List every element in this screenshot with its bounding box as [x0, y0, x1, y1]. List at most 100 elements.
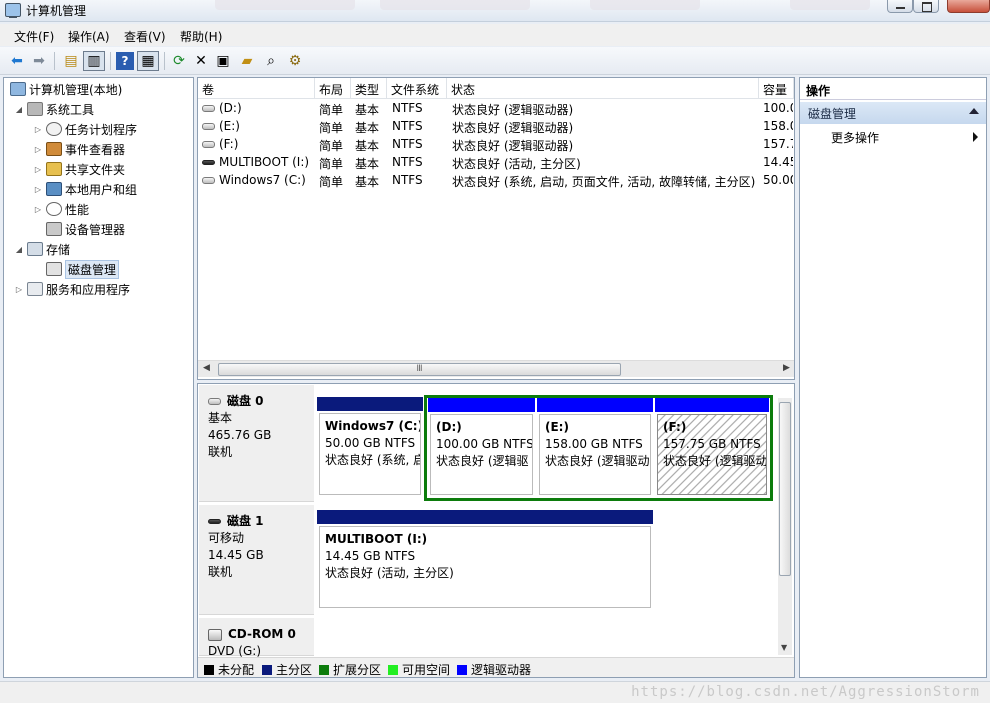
volume-list: 卷 布局 类型 文件系统 状态 容量 (D:) 简单 基本 NTFS 状态良好 … [197, 77, 795, 380]
settings-icon[interactable]: ⚙ [286, 52, 304, 70]
drive-icon [202, 105, 215, 112]
menu-file[interactable]: 文件(F) [14, 28, 54, 45]
delete-icon[interactable]: ✕ [192, 52, 210, 70]
event-viewer-icon [46, 142, 62, 156]
back-arrow-icon[interactable]: ⬅ [8, 52, 26, 70]
refresh-icon[interactable]: ⟳ [170, 52, 188, 70]
disk-0-label[interactable]: 磁盘 0 基本 465.76 GB 联机 [199, 385, 314, 502]
up-folder-icon[interactable]: ▤ [62, 52, 80, 70]
primary-partition-bar [317, 397, 423, 411]
collapsed-arrow-icon[interactable]: ▷ [33, 144, 43, 154]
collapsed-arrow-icon[interactable]: ▷ [33, 184, 43, 194]
partition-e[interactable]: (E:) 158.00 GB NTFS 状态良好 (逻辑驱动 [537, 398, 653, 497]
tree-item-performance[interactable]: ▷ 性能 [33, 200, 89, 218]
collapsed-arrow-icon[interactable]: ▷ [33, 204, 43, 214]
more-actions-item[interactable]: 更多操作 [800, 127, 986, 147]
show-tree-icon[interactable]: ▥ [83, 51, 105, 71]
toolbar-separator [110, 52, 111, 70]
legend-free-space: 可用空间 [388, 661, 450, 678]
services-icon [27, 282, 43, 296]
maximize-button[interactable] [913, 0, 939, 13]
clock-icon [46, 122, 62, 136]
toolbar-separator [164, 52, 165, 70]
scroll-right-icon[interactable]: ▶ [783, 363, 790, 373]
show-action-pane-icon[interactable]: ▦ [137, 51, 159, 71]
scrollbar-thumb[interactable]: Ⅲ [218, 363, 621, 376]
column-header-filesystem[interactable]: 文件系统 [387, 78, 447, 99]
scroll-left-icon[interactable]: ◀ [203, 363, 210, 373]
tree-item-system-tools[interactable]: ◢ 系统工具 [14, 100, 94, 118]
menu-action[interactable]: 操作(A) [68, 28, 110, 45]
tree-item-disk-management[interactable]: 磁盘管理 [33, 259, 120, 279]
table-row[interactable]: (F:) 简单 基本 NTFS 状态良好 (逻辑驱动器) 157.7 [198, 136, 793, 154]
disk-management-icon [46, 262, 62, 276]
shared-folder-icon [46, 162, 62, 176]
legend-unallocated: 未分配 [204, 661, 254, 678]
table-row[interactable]: Windows7 (C:) 简单 基本 NTFS 状态良好 (系统, 启动, 页… [198, 172, 793, 190]
column-header-type[interactable]: 类型 [351, 78, 387, 99]
table-row[interactable]: (E:) 简单 基本 NTFS 状态良好 (逻辑驱动器) 158.0 [198, 118, 793, 136]
tree-item-task-scheduler[interactable]: ▷ 任务计划程序 [33, 120, 137, 138]
forward-arrow-icon[interactable]: ➡ [30, 52, 48, 70]
properties-icon[interactable]: ▣ [214, 52, 232, 70]
collapsed-arrow-icon[interactable]: ▷ [33, 124, 43, 134]
menu-view[interactable]: 查看(V) [124, 28, 166, 45]
open-icon[interactable]: ▰ [238, 52, 256, 70]
table-row[interactable]: (D:) 简单 基本 NTFS 状态良好 (逻辑驱动器) 100.0 [198, 100, 793, 118]
navigation-tree: 计算机管理(本地) ◢ 系统工具 ▷ 任务计划程序 ▷ 事件查看器 ▷ 共享文件… [3, 77, 194, 678]
background-tab [380, 0, 530, 10]
partition-i[interactable]: MULTIBOOT (I:) 14.45 GB NTFS 状态良好 (活动, 主… [317, 510, 653, 610]
column-header-layout[interactable]: 布局 [315, 78, 351, 99]
partition-f[interactable]: (F:) 157.75 GB NTFS 状态良好 (逻辑驱动 [655, 398, 769, 497]
column-header-capacity[interactable]: 容量 [759, 78, 794, 99]
tree-item-computer-management[interactable]: 计算机管理(本地) [10, 80, 122, 98]
collapse-arrow-icon[interactable] [969, 108, 979, 114]
cdrom-0-label[interactable]: CD-ROM 0 DVD (G:) [199, 618, 314, 658]
horizontal-scrollbar[interactable]: ◀ Ⅲ ▶ [198, 360, 794, 377]
tree-item-storage[interactable]: ◢ 存储 [14, 240, 70, 258]
removable-disk-icon [208, 519, 221, 524]
background-tab [590, 0, 700, 10]
scrollbar-thumb[interactable] [779, 402, 791, 576]
performance-icon [46, 202, 62, 216]
tree-item-device-manager[interactable]: 设备管理器 [33, 220, 125, 238]
collapsed-arrow-icon[interactable]: ▷ [33, 164, 43, 174]
actions-section-disk-management[interactable]: 磁盘管理 [800, 102, 986, 124]
minimize-button[interactable] [887, 0, 913, 13]
cdrom-icon [208, 628, 222, 641]
submenu-arrow-icon [973, 132, 978, 142]
collapsed-arrow-icon[interactable]: ▷ [14, 284, 24, 294]
drive-icon [202, 141, 215, 148]
logical-drive-bar [428, 398, 535, 412]
search-icon[interactable]: ⌕ [262, 52, 280, 70]
help-icon[interactable]: ? [116, 52, 134, 70]
table-row[interactable]: MULTIBOOT (I:) 简单 基本 NTFS 状态良好 (活动, 主分区)… [198, 154, 793, 172]
window-title: 计算机管理 [26, 4, 87, 18]
removable-drive-icon [202, 160, 215, 165]
partition-d[interactable]: (D:) 100.00 GB NTFS 状态良好 (逻辑驱 [428, 398, 535, 497]
partition-c[interactable]: Windows7 (C:) 50.00 GB NTFS 状态良好 (系统, 启 [317, 397, 423, 497]
expanded-arrow-icon[interactable]: ◢ [14, 104, 24, 114]
tree-item-services-apps[interactable]: ▷ 服务和应用程序 [14, 280, 130, 298]
status-bar: https://blog.csdn.net/AggressionStorm [0, 681, 990, 703]
scroll-down-icon[interactable]: ▼ [781, 643, 787, 652]
toolbar: ⬅ ➡ ▤ ▥ ? ▦ ⟳ ✕ ▣ ▰ ⌕ ⚙ [0, 47, 990, 75]
vertical-scrollbar[interactable]: ▼ [778, 398, 792, 655]
background-tab [215, 0, 355, 10]
tree-item-local-users[interactable]: ▷ 本地用户和组 [33, 180, 137, 198]
users-icon [46, 182, 62, 196]
legend: 未分配 主分区 扩展分区 可用空间 逻辑驱动器 [198, 657, 794, 677]
tree-item-shared-folders[interactable]: ▷ 共享文件夹 [33, 160, 125, 178]
close-button[interactable] [947, 0, 990, 13]
disk-icon [208, 398, 221, 405]
title-bar: 计算机管理 [0, 0, 990, 22]
tree-item-event-viewer[interactable]: ▷ 事件查看器 [33, 140, 125, 158]
expanded-arrow-icon[interactable]: ◢ [14, 244, 24, 254]
logical-drive-bar [537, 398, 653, 412]
background-tab [790, 0, 870, 10]
disk-1-label[interactable]: 磁盘 1 可移动 14.45 GB 联机 [199, 505, 314, 615]
legend-logical-drive: 逻辑驱动器 [457, 661, 531, 678]
column-header-status[interactable]: 状态 [447, 78, 759, 99]
column-header-volume[interactable]: 卷 [198, 78, 315, 99]
menu-help[interactable]: 帮助(H) [180, 28, 222, 45]
